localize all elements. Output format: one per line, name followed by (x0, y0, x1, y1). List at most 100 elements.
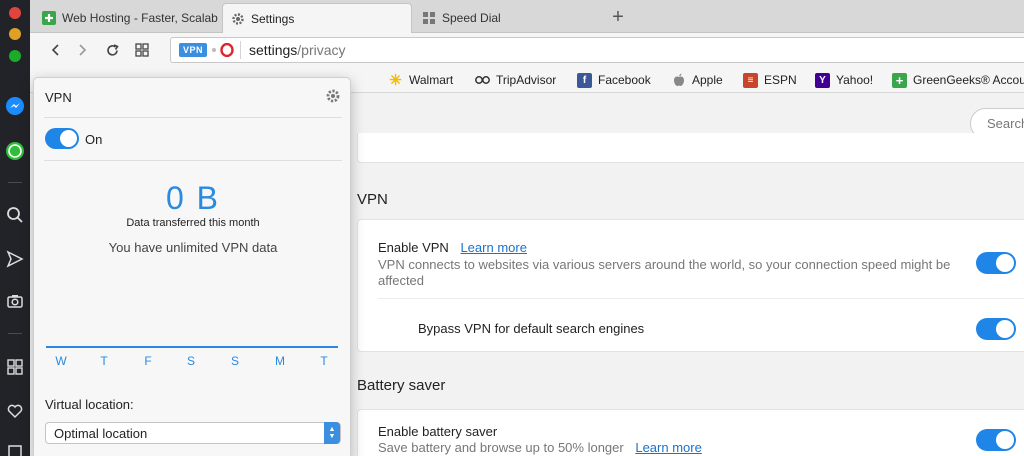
url-host: settings (249, 42, 298, 58)
bookmark-label: Yahoo! (836, 73, 874, 87)
news-icon[interactable] (3, 440, 27, 456)
vpn-description: VPN connects to websites via various ser… (378, 257, 951, 288)
bookmark-label: TripAdvisor (496, 73, 557, 87)
tab-label: Speed Dial (442, 11, 501, 25)
url-path: /privacy (297, 42, 346, 58)
vpn-toggle-label: On (85, 132, 103, 147)
minimize-window-button[interactable] (9, 28, 21, 40)
chevron-left-icon (51, 44, 59, 56)
day-label: T (320, 354, 328, 368)
close-window-button[interactable] (9, 7, 21, 19)
enable-vpn-row: Enable VPN Learn more (378, 240, 527, 255)
dot-icon (212, 48, 217, 52)
vpn-learn-more-link[interactable]: Learn more (460, 240, 526, 255)
messenger-icon[interactable] (3, 94, 27, 118)
sidebar (0, 0, 30, 456)
tabs-overview-button[interactable] (130, 38, 154, 62)
virtual-location-select[interactable]: Optimal location ▲ ▼ (45, 422, 341, 444)
bookmark-yahoo[interactable]: Y Yahoo! (815, 71, 873, 89)
grid-icon (423, 12, 435, 24)
bookmark-label: ESPN (764, 73, 797, 87)
opera-icon (220, 43, 234, 57)
tab-speed-dial[interactable]: Speed Dial (414, 3, 604, 33)
speed-dial-icon[interactable] (3, 355, 27, 379)
day-label: S (230, 354, 239, 368)
toggle-knob (60, 130, 77, 147)
toggle-knob (996, 431, 1014, 449)
popup-divider (44, 117, 342, 118)
heart-icon[interactable] (3, 399, 27, 423)
data-transferred-value: 0 B (165, 180, 221, 216)
greengeeks-icon: + (892, 72, 907, 88)
battery-section-title: Battery saver (357, 377, 446, 394)
usage-chart-axis (46, 346, 338, 348)
day-label: W (55, 354, 67, 368)
apple-icon (671, 73, 686, 88)
bookmark-espn[interactable]: ≡ ESPN (743, 71, 797, 89)
battery-saver-toggle[interactable] (976, 429, 1016, 451)
facebook-icon: f (577, 72, 592, 88)
sidebar-divider (8, 333, 22, 334)
bypass-vpn-toggle[interactable] (976, 318, 1016, 340)
tab-web-hosting[interactable]: Web Hosting - Faster, Scalab (34, 3, 224, 33)
greengeeks-icon (42, 11, 56, 25)
reload-icon (106, 43, 119, 56)
grid-icon (135, 43, 149, 57)
row-divider (378, 298, 1024, 299)
bookmark-tripadvisor[interactable]: TripAdvisor (475, 71, 556, 89)
bookmark-apple[interactable]: Apple (671, 71, 723, 89)
bookmark-greengeeks[interactable]: + GreenGeeks® Accour (892, 71, 1024, 89)
popup-divider (44, 160, 342, 161)
tab-bar: Web Hosting - Faster, Scalab Settings Sp… (30, 0, 1024, 33)
bypass-vpn-label: Bypass VPN for default search engines (418, 321, 645, 336)
tab-label: Web Hosting - Faster, Scalab (62, 11, 218, 25)
tab-label: Settings (251, 11, 295, 26)
bookmark-label: GreenGeeks® Accour (913, 73, 1024, 87)
vpn-on-toggle[interactable] (45, 128, 79, 149)
gear-icon[interactable] (325, 88, 341, 104)
previous-settings-card (357, 133, 1024, 163)
vpn-section-title: VPN (357, 191, 388, 208)
search-placeholder: Search (987, 116, 1024, 131)
zoom-window-button[interactable] (9, 50, 21, 62)
enable-battery-saver-label: Enable battery saver (378, 424, 498, 439)
forward-button[interactable] (70, 38, 94, 62)
vpn-badge-button[interactable]: VPN (179, 43, 208, 57)
camera-icon[interactable] (3, 289, 27, 313)
address-bar[interactable]: VPN settings/privacy (170, 37, 1024, 63)
tripadvisor-icon (475, 73, 490, 88)
virtual-location-value: Optimal location (54, 425, 148, 441)
toggle-knob (996, 320, 1014, 338)
data-transferred-label: Data transferred this month (126, 217, 260, 229)
plus-icon: + (612, 5, 624, 28)
toggle-knob (996, 254, 1014, 272)
search-icon[interactable] (3, 203, 27, 227)
url-text[interactable]: settings/privacy (249, 42, 345, 58)
send-icon[interactable] (3, 247, 27, 271)
back-button[interactable] (44, 38, 68, 62)
tab-settings[interactable]: Settings (222, 3, 412, 33)
battery-learn-more-link[interactable]: Learn more (635, 440, 701, 455)
new-tab-button[interactable]: + (606, 3, 630, 31)
bookmark-facebook[interactable]: f Facebook (577, 71, 651, 89)
day-label: S (186, 354, 195, 368)
toolbar: VPN settings/privacy (30, 33, 1024, 66)
select-arrows-icon: ▲ ▼ (324, 422, 340, 444)
battery-description-text: Save battery and browse up to 50% longer (378, 440, 624, 455)
whatsapp-icon[interactable] (3, 139, 27, 163)
vpn-popup: VPN On 0 B Data transferred this month Y… (33, 77, 351, 456)
enable-vpn-label: Enable VPN (378, 240, 449, 255)
day-label: F (144, 354, 152, 368)
sidebar-divider (8, 182, 22, 183)
battery-settings-card: Enable battery saver Save battery and br… (357, 409, 1024, 456)
reload-button[interactable] (100, 38, 124, 62)
vpn-popup-title: VPN (45, 90, 72, 105)
bookmark-walmart[interactable]: ✳ Walmart (388, 71, 453, 89)
virtual-location-label: Virtual location: (45, 397, 134, 412)
walmart-icon: ✳ (389, 72, 402, 89)
unlimited-data-text: You have unlimited VPN data (108, 240, 278, 255)
gear-icon (232, 12, 244, 25)
enable-vpn-toggle[interactable] (976, 252, 1016, 274)
day-label: T (100, 354, 108, 368)
bookmark-label: Facebook (598, 73, 651, 87)
